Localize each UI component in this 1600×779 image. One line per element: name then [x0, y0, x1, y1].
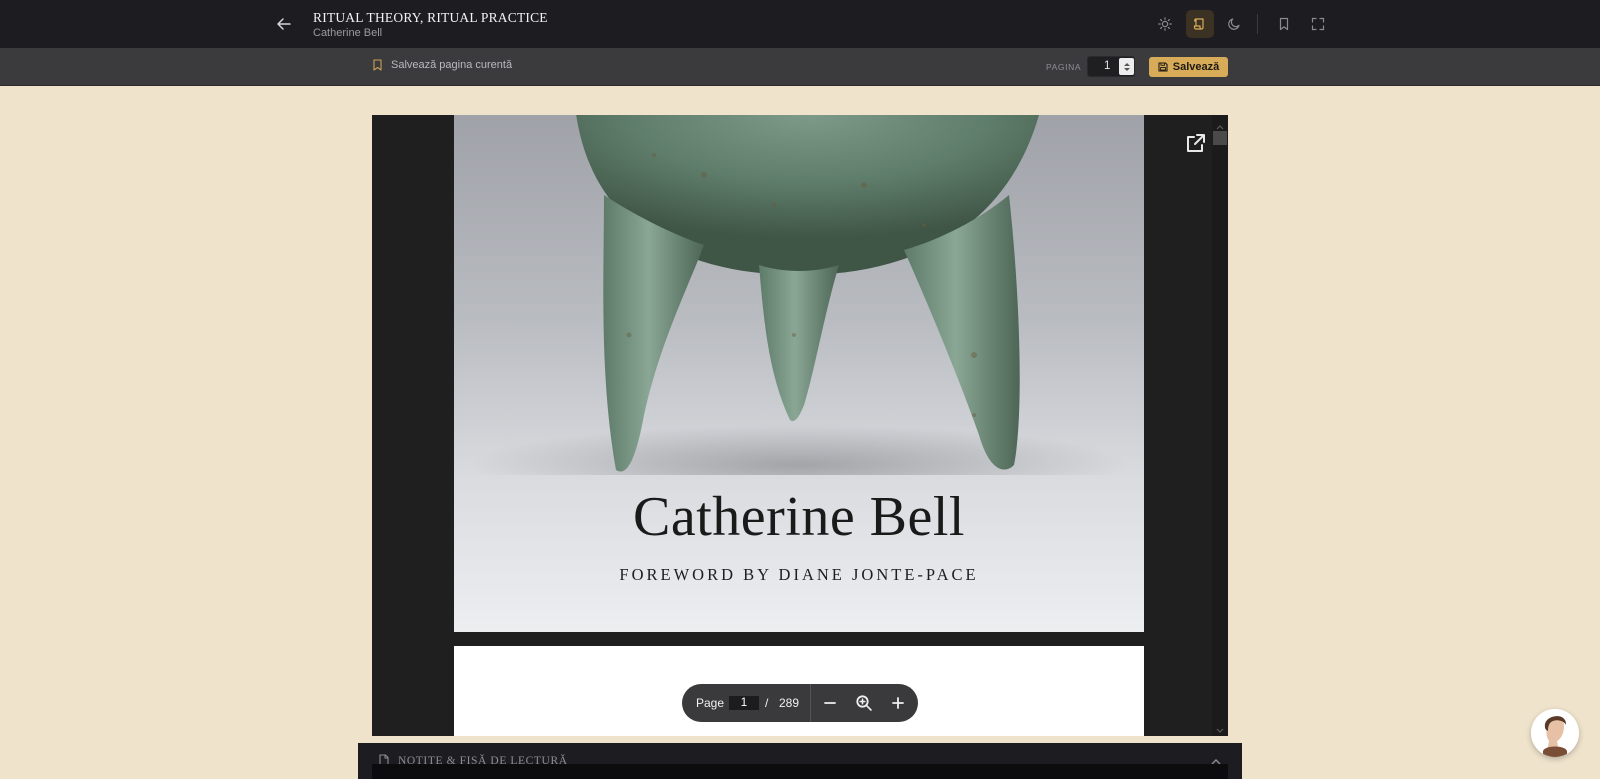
bookmark-icon: [1279, 17, 1289, 31]
moon-icon: [1228, 18, 1240, 30]
cover-bronze-vessel-image: [469, 115, 1129, 475]
save-current-page-label: Salvează pagina curentă: [391, 59, 513, 71]
fullscreen-icon: [1311, 17, 1325, 31]
back-button[interactable]: [272, 12, 296, 36]
zoom-icon: [856, 695, 872, 711]
current-page-input[interactable]: 1: [729, 696, 759, 710]
chevron-up-icon[interactable]: [1123, 62, 1130, 66]
save-button-label: Salvează: [1172, 61, 1220, 73]
cover-foreword: FOREWORD BY DIANE JONTE-PACE: [619, 565, 979, 584]
toolbar-divider: [1257, 14, 1258, 34]
scrollbar-thumb[interactable]: [1213, 131, 1227, 145]
scroll-down-button[interactable]: [1215, 722, 1225, 736]
sun-icon: [1158, 17, 1172, 31]
sepia-theme-button[interactable]: [1186, 10, 1214, 38]
minus-icon: [824, 702, 836, 704]
reading-toolbar: Salvează pagina curentă PAGINA 1 Salveaz…: [0, 48, 1600, 86]
page-separator: /: [765, 696, 769, 710]
notes-content: [372, 764, 1228, 779]
dark-theme-button[interactable]: [1220, 10, 1248, 38]
book-title: RITUAL THEORY, RITUAL PRACTICE: [313, 10, 548, 25]
page-label: Page: [696, 696, 725, 710]
fullscreen-button[interactable]: [1304, 10, 1332, 38]
save-current-page-button[interactable]: Salvează pagina curentă: [372, 59, 512, 71]
open-external-button[interactable]: [1185, 132, 1207, 154]
portrait-icon: [1531, 709, 1579, 757]
assistant-avatar[interactable]: [1531, 709, 1579, 757]
chevron-down-icon[interactable]: [1123, 67, 1130, 71]
controls-divider: [810, 684, 811, 722]
chevron-down-icon: [1216, 728, 1224, 733]
floppy-disk-icon: [1158, 62, 1168, 72]
pdf-page-controls: Page 1 / 289: [682, 684, 918, 722]
bookmark-button[interactable]: [1270, 10, 1298, 38]
save-button[interactable]: Salvează: [1149, 57, 1228, 77]
zoom-out-button[interactable]: [820, 693, 840, 713]
pdf-viewer[interactable]: Catherine Bell FOREWORD BY DIANE JONTE-P…: [372, 115, 1228, 736]
cover-author-name: Catherine Bell: [632, 486, 965, 548]
fit-zoom-button[interactable]: [854, 693, 874, 713]
title-block: RITUAL THEORY, RITUAL PRACTICE Catherine…: [313, 9, 548, 41]
plus-icon: [892, 697, 904, 709]
external-link-icon: [1187, 134, 1205, 152]
page-label: PAGINA: [1046, 62, 1082, 72]
book-author: Catherine Bell: [313, 27, 383, 39]
zoom-in-button[interactable]: [888, 693, 908, 713]
arrow-left-icon: [277, 18, 291, 30]
pdf-page-cover: Catherine Bell FOREWORD BY DIANE JONTE-P…: [454, 115, 1144, 632]
notes-panel[interactable]: NOTIȚE & FIȘĂ DE LECTURĂ: [358, 743, 1242, 779]
chevron-up-icon: [1216, 125, 1224, 130]
page-number-stepper[interactable]: [1119, 58, 1134, 75]
scrollbar-track[interactable]: [1212, 115, 1228, 736]
bookmark-icon: [373, 59, 382, 71]
scroll-icon: [1193, 18, 1204, 30]
total-pages: 289: [779, 696, 800, 710]
top-bar: RITUAL THEORY, RITUAL PRACTICE Catherine…: [0, 0, 1600, 48]
light-theme-button[interactable]: [1151, 10, 1179, 38]
